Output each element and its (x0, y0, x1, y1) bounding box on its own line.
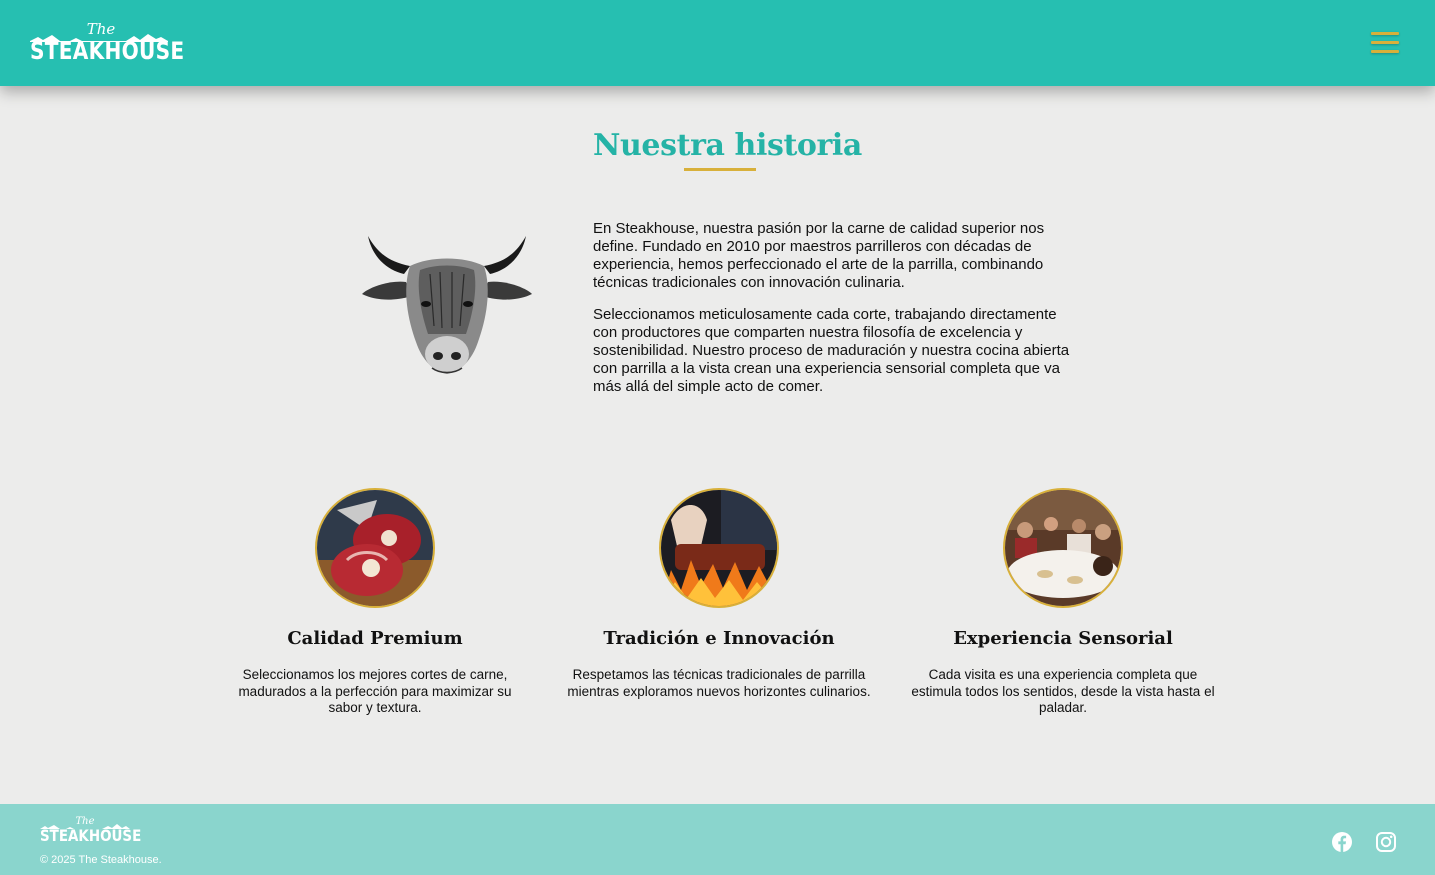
logo-wordmark: STEAKHOUSE (40, 826, 142, 845)
footer-logo[interactable]: The STEAKHOUSE (40, 816, 142, 846)
feature-text: Cada visita es una experiencia completa … (911, 667, 1215, 715)
feature-text: Respetamos las técnicas tradicionales de… (567, 667, 871, 699)
site-footer: The STEAKHOUSE © 2025 The Steakhouse. (0, 804, 1435, 875)
dining-room-photo (1003, 488, 1123, 608)
story-paragraph: En Steakhouse, nuestra pasión por la car… (593, 220, 1045, 291)
facebook-icon[interactable] (1331, 831, 1353, 853)
raw-meat-photo (315, 488, 435, 608)
logo-wordmark: STEAKHOUSE (30, 37, 185, 65)
page-title: Nuestra historia (593, 128, 862, 163)
title-underline (684, 168, 756, 171)
bull-head-illustration (362, 236, 532, 374)
site-header: The STEAKHOUSE (0, 0, 1435, 86)
feature-title: Tradición e Innovación (603, 628, 835, 649)
story-paragraph: Seleccionamos meticulosamente cada corte… (593, 306, 1070, 395)
site-logo[interactable]: The STEAKHOUSE (30, 20, 185, 66)
feature-title: Experiencia Sensorial (953, 628, 1173, 649)
grill-fire-photo (659, 488, 779, 608)
copyright-text: © 2025 The Steakhouse. (40, 854, 162, 866)
instagram-icon[interactable] (1375, 831, 1397, 853)
hamburger-menu-icon[interactable] (1368, 30, 1402, 56)
feature-text: Seleccionamos los mejores cortes de carn… (238, 667, 512, 715)
feature-title: Calidad Premium (287, 628, 463, 649)
